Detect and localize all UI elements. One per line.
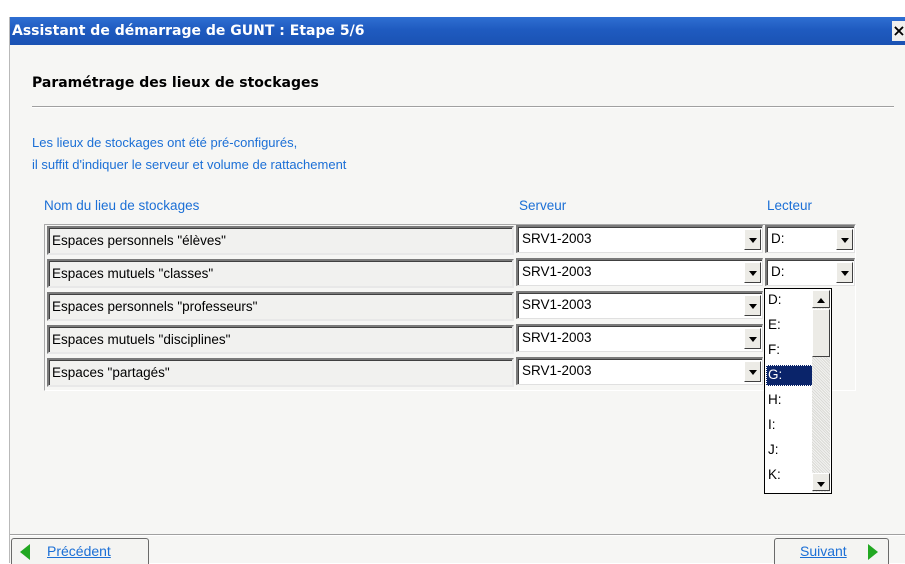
server-dropdown-button[interactable] [744,361,761,382]
drive-value: D: [771,231,785,246]
storage-name-field[interactable]: Espaces mutuels "classes" [47,259,514,288]
server-value: SRV1-2003 [522,363,592,378]
storage-row: Espaces personnels "élèves" SRV1-2003 D: [45,225,857,257]
drive-select[interactable]: D: [765,225,855,253]
column-header-server: Serveur [519,198,567,213]
chevron-down-icon [817,482,825,487]
chevron-down-icon [749,337,757,342]
drive-dropdown-button[interactable] [836,229,853,250]
chevron-down-icon [749,238,757,243]
dropdown-scrollbar[interactable] [812,290,830,492]
server-value: SRV1-2003 [522,231,592,246]
chevron-up-icon [817,298,825,303]
server-value: SRV1-2003 [522,297,592,312]
description-line-1: Les lieux de stockages ont été pré-confi… [32,135,298,150]
description-line-2: il suffit d'indiquer le serveur et volum… [32,157,347,172]
server-dropdown-button[interactable] [744,328,761,349]
green-right-arrow-icon [868,544,878,560]
header-divider [32,106,894,108]
scroll-up-button[interactable] [812,290,830,308]
drive-dropdown-list[interactable]: D: E: F: G: H: I: J: K: [764,288,832,494]
drive-select[interactable]: D: [765,258,855,286]
chevron-down-icon [749,271,757,276]
server-select[interactable]: SRV1-2003 [516,357,763,385]
close-icon: × [892,21,905,40]
section-title: Paramétrage des lieux de stockages [32,75,319,91]
server-select[interactable]: SRV1-2003 [516,225,763,253]
server-select[interactable]: SRV1-2003 [516,291,763,319]
title-bar: Assistant de démarrage de GUNT : Etape 5… [10,17,905,45]
storage-name-field[interactable]: Espaces mutuels "disciplines" [47,325,514,354]
storage-row: Espaces "partagés" SRV1-2003 [45,357,857,389]
footer-divider [10,534,905,536]
window-title: Assistant de démarrage de GUNT : Etape 5… [12,23,365,39]
scroll-thumb[interactable] [812,309,830,357]
server-select[interactable]: SRV1-2003 [516,258,763,286]
storage-grid: Espaces personnels "élèves" SRV1-2003 D:… [44,224,856,391]
storage-name-field[interactable]: Espaces "partagés" [47,358,514,387]
chevron-down-icon [841,271,849,276]
storage-name-field[interactable]: Espaces personnels "élèves" [47,226,514,255]
next-button[interactable]: Suivant [774,538,889,564]
server-dropdown-button[interactable] [744,262,761,283]
column-header-drive: Lecteur [767,198,813,213]
storage-row: Espaces mutuels "classes" SRV1-2003 D: [45,258,857,290]
green-left-arrow-icon [20,544,30,560]
column-header-name: Nom du lieu de stockages [44,198,200,213]
close-button[interactable]: × [892,21,905,41]
next-button-label: Suivant [800,543,847,559]
storage-row: Espaces mutuels "disciplines" SRV1-2003 [45,324,857,356]
chevron-down-icon [841,238,849,243]
chevron-down-icon [749,304,757,309]
storage-name-field[interactable]: Espaces personnels "professeurs" [47,292,514,321]
server-dropdown-button[interactable] [744,295,761,316]
storage-row: Espaces personnels "professeurs" SRV1-20… [45,291,857,323]
previous-button[interactable]: Précédent [11,538,149,564]
server-select[interactable]: SRV1-2003 [516,324,763,352]
previous-button-label: Précédent [47,543,111,559]
server-value: SRV1-2003 [522,330,592,345]
drive-dropdown-button[interactable] [836,262,853,283]
drive-value: D: [771,264,785,279]
server-value: SRV1-2003 [522,264,592,279]
chevron-down-icon [749,370,757,375]
scroll-down-button[interactable] [812,473,830,491]
server-dropdown-button[interactable] [744,229,761,250]
